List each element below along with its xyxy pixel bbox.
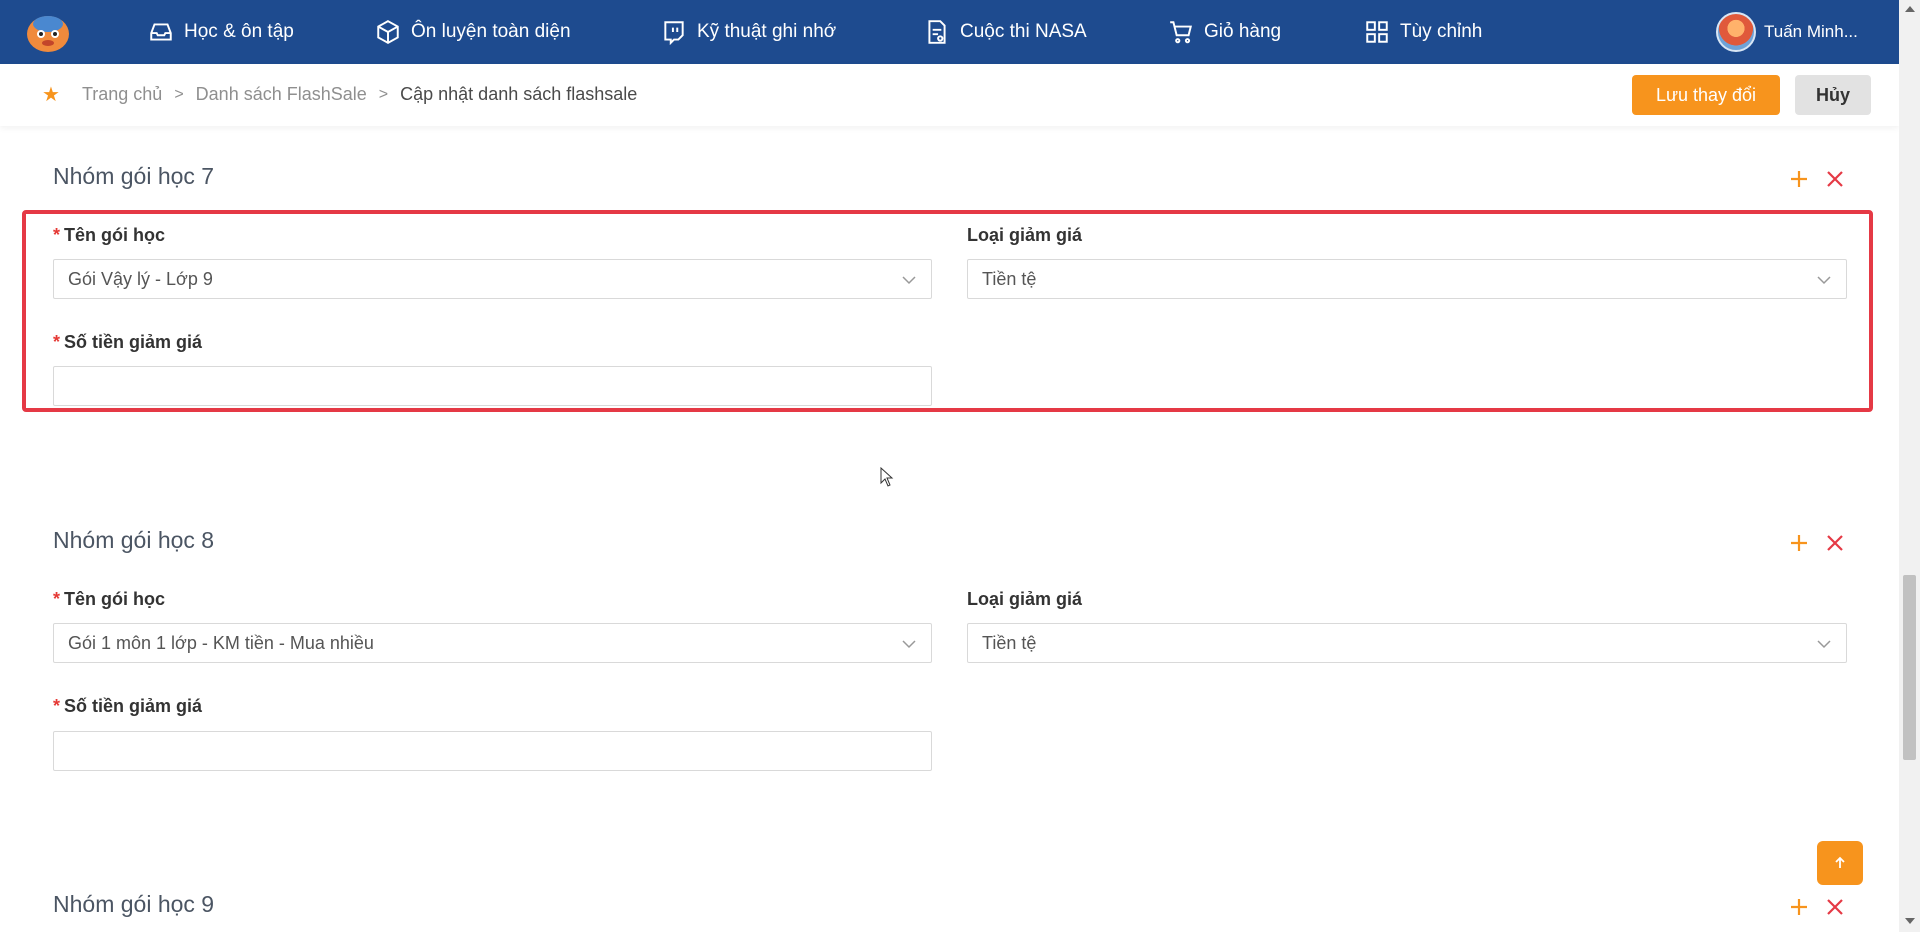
package-name-label: * Tên gói học	[53, 225, 165, 246]
label-text: Số tiền giảm giá	[64, 332, 203, 352]
document-icon	[928, 20, 946, 44]
breadcrumb-home[interactable]: Trang chủ	[82, 84, 162, 105]
chevron-down-icon	[902, 276, 916, 285]
nav-item-memory[interactable]: Kỹ thuật ghi nhớ	[661, 0, 836, 64]
discount-amount-label: * Số tiền giảm giá	[53, 696, 202, 717]
scroll-up-arrow-icon[interactable]	[1905, 6, 1915, 12]
breadcrumb-separator: >	[378, 85, 389, 103]
avatar	[1716, 12, 1756, 52]
select-value: Tiền tệ	[982, 268, 1037, 289]
group-title: Nhóm gói học 7	[53, 163, 215, 189]
close-icon[interactable]	[1823, 531, 1847, 555]
mouse-cursor-icon	[880, 467, 894, 487]
top-nav: Học & ôn tập Ôn luyện toàn diện Kỹ thuật…	[0, 0, 1899, 64]
arrow-up-icon	[1835, 856, 1845, 868]
chevron-down-icon	[902, 640, 916, 649]
discount-type-label: Loại giảm giá	[967, 589, 1083, 609]
star-icon: ★	[42, 84, 60, 106]
plus-icon[interactable]	[1787, 895, 1811, 919]
plus-icon[interactable]	[1787, 167, 1811, 191]
group-title: Nhóm gói học 9	[53, 891, 215, 917]
nav-item-settings[interactable]: Tùy chỉnh	[1364, 0, 1482, 64]
nav-item-cart[interactable]: Giỏ hàng	[1168, 0, 1281, 64]
discount-type-select[interactable]: Tiền tệ	[967, 623, 1847, 663]
discount-type-select[interactable]: Tiền tệ	[967, 259, 1847, 299]
chevron-down-icon	[1817, 640, 1831, 649]
chevron-down-icon	[1817, 276, 1831, 285]
package-select[interactable]: Gói 1 môn 1 lớp - KM tiền - Mua nhiều	[53, 623, 932, 663]
breadcrumb-separator: >	[174, 85, 184, 103]
required-mark: *	[53, 696, 61, 716]
discount-type-label: Loại giảm giá	[967, 225, 1083, 245]
nav-item-study[interactable]: Học & ôn tập	[148, 0, 294, 64]
plus-icon[interactable]	[1787, 531, 1811, 555]
close-icon[interactable]	[1823, 167, 1847, 191]
label-text: Tên gói học	[64, 225, 166, 245]
discount-amount-label: * Số tiền giảm giá	[53, 332, 202, 353]
close-icon[interactable]	[1823, 895, 1847, 919]
logo[interactable]	[24, 10, 72, 54]
package-name-label: * Tên gói học	[53, 589, 165, 610]
breadcrumb-list[interactable]: Danh sách FlashSale	[196, 84, 367, 105]
twitch-icon	[664, 21, 684, 45]
user-name: Tuấn Minh...	[1764, 22, 1858, 41]
nav-item-practice[interactable]: Ôn luyện toàn diện	[375, 0, 571, 64]
grid-icon	[1366, 21, 1388, 43]
nav-item-nasa[interactable]: Cuộc thi NASA	[924, 0, 1087, 64]
nav-label: Tùy chỉnh	[1400, 21, 1483, 42]
save-button[interactable]: Lưu thay đổi	[1632, 75, 1780, 115]
nav-label: Học & ôn tập	[184, 21, 294, 42]
user-menu[interactable]: Tuấn Minh...	[1716, 0, 1858, 64]
group-title: Nhóm gói học 8	[53, 527, 215, 553]
nav-label: Ôn luyện toàn diện	[411, 21, 571, 42]
cart-icon	[1170, 21, 1192, 44]
label-text: Tên gói học	[64, 589, 166, 609]
label-text: Số tiền giảm giá	[64, 696, 203, 716]
cancel-button[interactable]: Hủy	[1795, 75, 1871, 115]
scroll-down-arrow-icon[interactable]	[1905, 918, 1915, 924]
scrollbar[interactable]	[1899, 0, 1920, 932]
select-value: Tiền tệ	[982, 632, 1037, 653]
discount-amount-input[interactable]	[53, 731, 932, 771]
select-value: Gói 1 môn 1 lớp - KM tiền - Mua nhiều	[68, 632, 374, 653]
nav-label: Cuộc thi NASA	[960, 21, 1087, 42]
select-value: Gói Vậy lý - Lớp 9	[68, 268, 213, 289]
back-to-top-button[interactable]	[1817, 841, 1863, 885]
required-mark: *	[53, 332, 61, 352]
nav-label: Giỏ hàng	[1204, 21, 1282, 42]
breadcrumb-current: Cập nhật danh sách flashsale	[400, 84, 638, 104]
required-mark: *	[53, 589, 61, 609]
inbox-icon	[150, 23, 172, 41]
cube-icon	[377, 20, 399, 44]
required-mark: *	[53, 225, 61, 245]
scrollbar-thumb[interactable]	[1903, 575, 1916, 760]
package-select[interactable]: Gói Vậy lý - Lớp 9	[53, 259, 932, 299]
breadcrumb: ★ Trang chủ > Danh sách FlashSale > Cập …	[42, 82, 637, 107]
nav-label: Kỹ thuật ghi nhớ	[697, 21, 837, 42]
discount-amount-input[interactable]	[53, 366, 932, 406]
